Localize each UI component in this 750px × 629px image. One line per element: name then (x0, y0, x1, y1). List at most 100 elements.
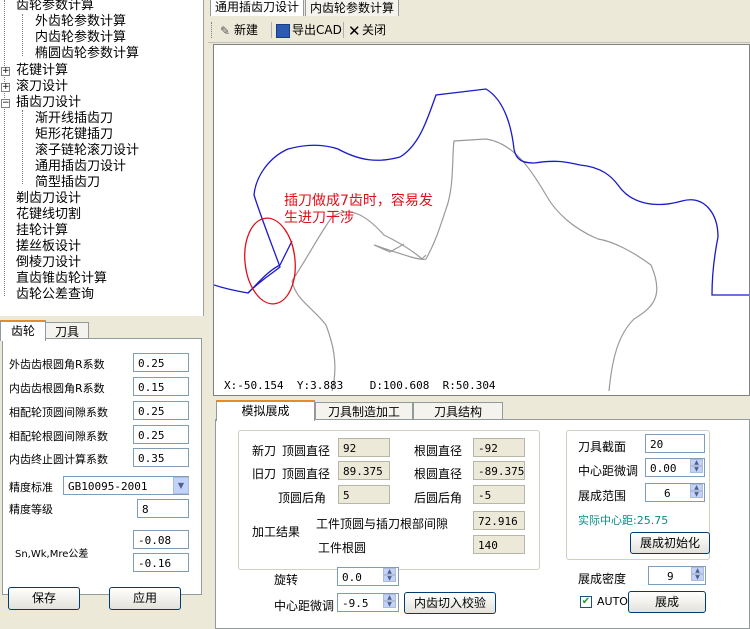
init-generation-button[interactable]: 展成初始化 (630, 532, 710, 554)
function-tree[interactable]: 齿轮参数计算 外齿轮参数计算 内齿轮参数计算 椭圆齿轮参数计算 + 花键计算 +… (0, 0, 204, 316)
coordinate-readout: X:-50.154 Y:3.883 D:100.608 R:50.304 (224, 379, 496, 392)
tolerance-label: Sn,Wk,Mre公差 (15, 549, 89, 560)
gap-label: 工件顶圆与插刀根部间隙 (316, 517, 449, 531)
tree-item-shaper[interactable]: 插齿刀设计 (16, 95, 81, 111)
ext-root-fillet-input[interactable]: 0.25 (133, 353, 189, 372)
auto-checkbox[interactable]: ✔ (580, 596, 592, 608)
standard-label: 精度标准 (9, 481, 53, 494)
generate-button[interactable]: 展成 (628, 591, 706, 613)
field-label: 外齿齿根圆角R系数 (9, 358, 105, 371)
density-spinner[interactable]: ▲ ▼ (691, 567, 704, 582)
expand-icon[interactable]: + (1, 67, 10, 76)
rotate-label: 旋转 (274, 573, 299, 587)
grade-input[interactable]: 8 (137, 499, 189, 518)
close-icon: ✕ (348, 21, 361, 40)
tree-item-involute-shaper[interactable]: 渐开线插齿刀 (35, 111, 113, 127)
tab-simulation[interactable]: 模拟展成 (216, 400, 315, 421)
export-cad-button[interactable]: 导出CAD (276, 21, 342, 39)
tab-general-shaper[interactable]: 通用插齿刀设计 (210, 0, 304, 16)
toolbar-grip (211, 22, 215, 38)
tree-item-hob[interactable]: 滚刀设计 (16, 79, 68, 95)
new-button[interactable]: ✎ 新建 (220, 21, 258, 39)
density-label: 展成密度 (578, 572, 627, 586)
old-tip-value: 89.375 (338, 461, 390, 480)
tab-internal-gear[interactable]: 内齿轮参数计算 (305, 0, 399, 16)
tree-item-external-gear[interactable]: 外齿轮参数计算 (35, 14, 126, 30)
expand-icon[interactable]: + (1, 83, 10, 92)
tree-item-rect-spline-shaper[interactable]: 矩形花键插刀 (35, 127, 113, 143)
tree-item-gear-params[interactable]: 齿轮参数计算 (16, 0, 94, 14)
work-root-label: 工件根圆 (318, 541, 367, 555)
tolerance-lower-input[interactable]: -0.16 (133, 553, 189, 572)
separator (343, 22, 344, 38)
center-adj-spinner[interactable]: ▲ ▼ (383, 594, 396, 609)
save-button[interactable]: 保存 (8, 587, 80, 610)
old-root-value: -89.375 (473, 461, 525, 480)
end-circle-input[interactable]: 0.35 (133, 448, 189, 467)
root-back-label: 后圆后角 (414, 491, 463, 505)
new-root-value: -92 (473, 438, 525, 457)
tree-item-spline-wire-cut[interactable]: 花键线切割 (16, 207, 81, 223)
tip-dia-label: 顶圆直径 (282, 444, 331, 458)
center-fine-label: 中心距微调 (578, 464, 639, 478)
actual-center-distance: 实际中心距:25.75 (578, 514, 669, 527)
root-clearance-input[interactable]: 0.25 (133, 425, 189, 444)
annotation-line: 生进刀干涉 (284, 210, 354, 226)
tree-item-thread-roll[interactable]: 搓丝板设计 (16, 239, 81, 255)
tree-item-simple-shaper[interactable]: 简型插齿刀 (35, 175, 100, 191)
root-dia-label: 根圆直径 (414, 444, 463, 458)
internal-check-button[interactable]: 内齿切入校验 (404, 592, 496, 614)
splitter[interactable] (204, 0, 208, 629)
coord-d: D:100.608 (369, 379, 430, 392)
range-label: 展成范围 (578, 489, 627, 503)
tree-item-elliptical-gear[interactable]: 椭圆齿轮参数计算 (35, 46, 139, 62)
standard-select[interactable]: GB10095-2001 (63, 476, 189, 495)
simulation-tab-body: 新刀 顶圆直径 92 根圆直径 -92 旧刀 顶圆直径 89.375 根圆直径 … (215, 419, 750, 629)
old-gear-outline (291, 138, 658, 392)
tab-gear[interactable]: 齿轮 (0, 320, 46, 341)
separator (271, 22, 272, 38)
field-label: 内齿终止圆计算系数 (9, 453, 108, 466)
range-spinner[interactable]: ▲ ▼ (690, 484, 703, 499)
new-tip-value: 92 (338, 438, 390, 457)
tolerance-upper-input[interactable]: -0.08 (133, 530, 189, 549)
knife-section-input[interactable]: 20 (645, 434, 705, 453)
tip-clearance-input[interactable]: 0.25 (133, 401, 189, 420)
interference-segment (247, 240, 293, 294)
tree-item-chamfer-cutter[interactable]: 倒棱刀设计 (16, 255, 81, 271)
work-root-value: 140 (473, 535, 525, 554)
knife-section-label: 刀具截面 (578, 440, 627, 454)
tree-item-tolerance[interactable]: 齿轮公差查询 (16, 287, 94, 303)
document-tabs: 通用插齿刀设计 内齿轮参数计算 (208, 0, 750, 18)
annotation-line: 插刀做成7齿时，容易发 (284, 193, 433, 209)
tree-item-bevel-gear[interactable]: 直齿锥齿轮计算 (16, 271, 107, 287)
tree-item-change-gear[interactable]: 挂轮计算 (16, 223, 68, 239)
rotate-spinner[interactable]: ▲ ▼ (383, 568, 396, 583)
chevron-down-icon[interactable]: ▼ (173, 477, 189, 494)
coord-y: Y:3.883 (296, 379, 344, 392)
grade-label: 精度等级 (9, 503, 53, 516)
new-knife-label: 新刀 (252, 444, 277, 458)
gear-tab-body: 外齿齿根圆角R系数 0.25 内齿齿根圆角R系数 0.15 相配轮顶圆间隙系数 … (2, 338, 202, 595)
center-adj-label: 中心距微调 (274, 599, 335, 613)
int-root-fillet-input[interactable]: 0.15 (133, 377, 189, 396)
gap-value: 72.916 (473, 511, 525, 530)
center-fine-spinner[interactable]: ▲ ▼ (690, 459, 703, 474)
collapse-icon[interactable]: − (1, 99, 10, 108)
new-icon: ✎ (220, 23, 231, 38)
tree-item-shaving-cutter[interactable]: 剃齿刀设计 (16, 191, 81, 207)
tree-item-roller-chain-hob[interactable]: 滚子链轮滚刀设计 (35, 143, 139, 159)
parameter-panel: 齿轮 刀具 外齿齿根圆角R系数 0.25 内齿齿根圆角R系数 0.15 相配轮顶… (0, 318, 203, 629)
result-label: 加工结果 (252, 525, 301, 539)
bottom-panel: 模拟展成 刀具制造加工 刀具结构 新刀 顶圆直径 92 根圆直径 -92 旧刀 … (213, 398, 750, 629)
auto-label: AUTO (597, 595, 628, 608)
tree-item-spline[interactable]: 花键计算 (16, 63, 68, 79)
simulation-canvas[interactable]: 插刀做成7齿时，容易发 生进刀干涉 X:-50.154 Y:3.883 D:10… (213, 44, 750, 396)
tip-dia-label: 顶圆直径 (282, 467, 331, 481)
tree-item-general-shaper[interactable]: 通用插齿刀设计 (35, 159, 126, 175)
apply-button[interactable]: 应用 (109, 587, 181, 610)
interference-annotation: 插刀做成7齿时，容易发 生进刀干涉 (284, 193, 433, 227)
back-angle-label: 顶圆后角 (278, 491, 327, 505)
tree-item-internal-gear[interactable]: 内齿轮参数计算 (35, 30, 126, 46)
close-button[interactable]: ✕关闭 (348, 21, 386, 39)
